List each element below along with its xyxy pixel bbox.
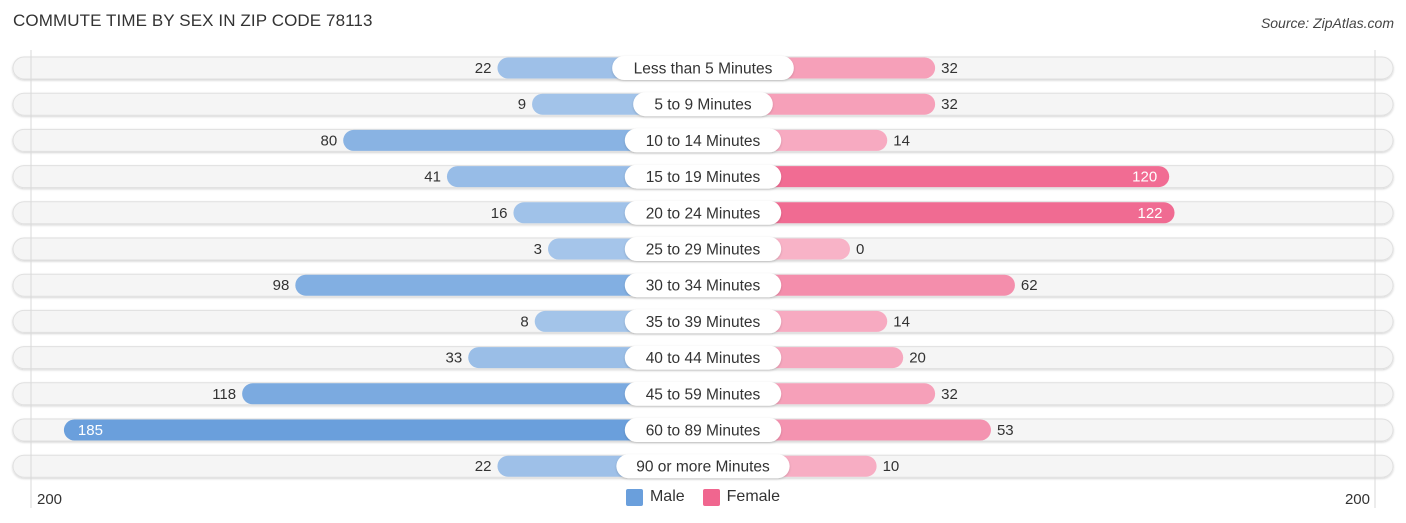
chart-row: Less than 5 Minutes 22 32 xyxy=(12,56,1394,80)
chart-row: 45 to 59 Minutes 118 32 xyxy=(12,381,1394,406)
value-label-female: 0 xyxy=(856,241,864,258)
chart-row: 10 to 14 Minutes 80 14 xyxy=(12,128,1394,153)
bar-male xyxy=(63,419,703,441)
category-label: 60 to 89 Minutes xyxy=(646,423,761,440)
chart-row: 35 to 39 Minutes 8 14 xyxy=(12,309,1394,334)
category-label: Less than 5 Minutes xyxy=(634,61,773,78)
category-label: 20 to 24 Minutes xyxy=(646,205,761,222)
value-label-male: 9 xyxy=(518,96,526,113)
chart-row: 30 to 34 Minutes 98 62 xyxy=(12,273,1394,298)
value-label-female: 32 xyxy=(941,96,958,113)
category-label: 10 to 14 Minutes xyxy=(646,133,761,150)
value-label-female: 32 xyxy=(941,386,958,403)
value-label-male: 8 xyxy=(520,313,528,330)
chart-row: 40 to 44 Minutes 33 20 xyxy=(12,345,1394,370)
value-label-male: 118 xyxy=(212,386,236,403)
chart-row: 60 to 89 Minutes 185 53 xyxy=(12,418,1394,442)
chart-row: 20 to 24 Minutes 16 122 xyxy=(12,200,1394,225)
value-label-male: 185 xyxy=(78,422,103,439)
category-label: 30 to 34 Minutes xyxy=(646,278,761,295)
legend-swatch-male xyxy=(625,488,643,506)
value-label-female: 10 xyxy=(883,458,900,475)
value-label-male: 22 xyxy=(475,60,492,77)
value-label-male: 98 xyxy=(273,277,290,294)
chart-row: 90 or more Minutes 22 10 xyxy=(12,454,1394,479)
category-label: 35 to 39 Minutes xyxy=(646,314,761,331)
legend-item-male[interactable]: Male xyxy=(625,488,685,506)
legend: Male Female xyxy=(0,488,1406,506)
value-label-female: 14 xyxy=(893,132,910,149)
value-label-male: 16 xyxy=(491,205,508,222)
value-label-female: 62 xyxy=(1021,277,1038,294)
category-label: 25 to 29 Minutes xyxy=(646,242,761,259)
category-label: 5 to 9 Minutes xyxy=(654,97,752,114)
value-label-male: 3 xyxy=(534,241,542,258)
value-label-female: 14 xyxy=(893,313,910,330)
category-label: 15 to 19 Minutes xyxy=(646,169,761,186)
chart-row: 15 to 19 Minutes 41 120 xyxy=(12,164,1394,189)
legend-label-female: Female xyxy=(726,488,781,505)
category-label: 90 or more Minutes xyxy=(636,459,770,476)
value-label-female: 120 xyxy=(1132,169,1157,186)
value-label-female: 53 xyxy=(997,422,1014,439)
value-label-female: 32 xyxy=(941,60,958,77)
chart-row: 25 to 29 Minutes 3 0 xyxy=(12,237,1394,261)
category-label: 40 to 44 Minutes xyxy=(646,350,761,367)
legend-item-female[interactable]: Female xyxy=(702,488,781,506)
legend-label-male: Male xyxy=(649,488,685,505)
category-label: 45 to 59 Minutes xyxy=(646,386,761,403)
value-label-male: 33 xyxy=(446,350,463,367)
chart-canvas: Less than 5 Minutes22 325 to 9 Minutes9 32… xyxy=(12,50,1394,508)
value-label-female: 122 xyxy=(1137,205,1162,222)
value-label-male: 22 xyxy=(475,458,492,475)
value-label-male: 41 xyxy=(424,169,441,186)
chart-row: 5 to 9 Minutes 9 32 xyxy=(12,92,1394,117)
legend-swatch-female xyxy=(702,488,720,506)
value-label-female: 20 xyxy=(909,350,926,367)
value-label-male: 80 xyxy=(321,132,338,149)
